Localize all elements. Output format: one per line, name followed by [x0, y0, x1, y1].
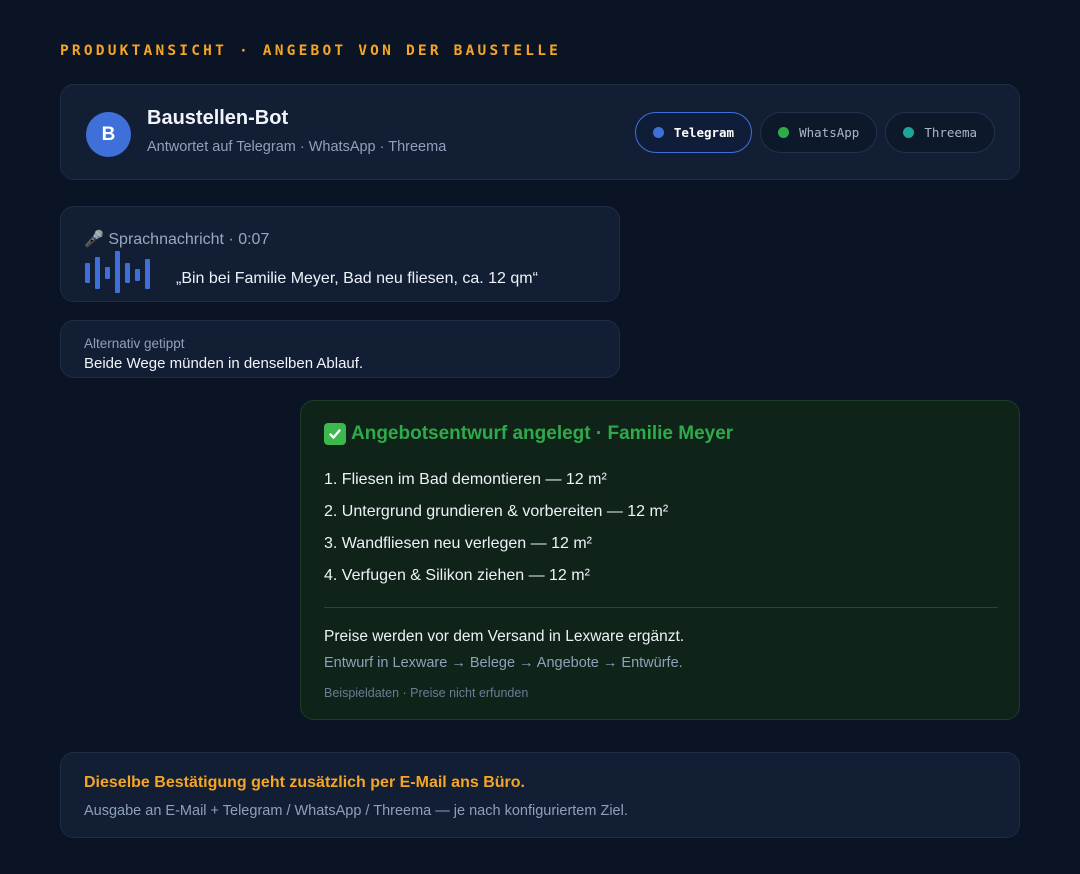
channel-chip-telegram[interactable]: Telegram: [634, 112, 753, 153]
channel-chip-whatsapp[interactable]: WhatsApp: [760, 112, 878, 153]
price-note: Preise werden vor dem Versand in Lexware…: [324, 628, 685, 645]
typed-message-bubble: Alternativ getippt Beide Wege münden in …: [60, 320, 620, 378]
offer-draft-bubble: Angebotsentwurf angelegt · Familie Meyer…: [300, 400, 1020, 720]
offer-items-list: 1. Fliesen im Bad demontieren — 12 m² 2.…: [324, 469, 668, 597]
divider: [324, 607, 998, 608]
sample-data-note: Beispieldaten · Preise nicht erfunden: [324, 686, 529, 700]
voice-transcript: „Bin bei Familie Meyer, Bad neu fliesen,…: [176, 270, 538, 287]
channel-chip-threema[interactable]: Threema: [885, 112, 995, 153]
list-item: 3. Wandfliesen neu verlegen — 12 m²: [324, 535, 592, 552]
audio-waveform-icon[interactable]: [85, 251, 155, 295]
email-confirmation-card: Dieselbe Bestätigung geht zusätzlich per…: [60, 752, 1020, 838]
footer-title: Dieselbe Bestätigung geht zusätzlich per…: [84, 774, 525, 791]
voice-message-bubble[interactable]: 🎤 Sprachnachricht · 0:07 „Bin bei Famili…: [60, 206, 620, 302]
whatsapp-dot-icon: [778, 127, 790, 138]
typed-label: Alternativ getippt: [84, 336, 185, 351]
page-eyebrow: PRODUKTANSICHT · ANGEBOT VON DER BAUSTEL…: [60, 43, 562, 59]
list-item: 4. Verfugen & Silikon ziehen — 12 m²: [324, 567, 590, 584]
list-item: 2. Untergrund grundieren & vorbereiten —…: [324, 503, 669, 520]
bot-subtitle: Antwortet auf Telegram · WhatsApp · Thre…: [147, 139, 447, 155]
avatar: B: [86, 112, 131, 157]
threema-dot-icon: [903, 127, 915, 138]
voice-message-title: 🎤 Sprachnachricht · 0:07: [84, 231, 270, 248]
list-item: 1. Fliesen im Bad demontieren — 12 m²: [324, 471, 607, 488]
channel-chip-label: WhatsApp: [799, 125, 860, 140]
offer-title-row: Angebotsentwurf angelegt · Familie Meyer: [324, 423, 733, 445]
check-icon: [324, 423, 346, 445]
footer-subtitle: Ausgabe an E-Mail + Telegram / WhatsApp …: [84, 803, 628, 819]
channel-chips: Telegram WhatsApp Threema: [634, 112, 995, 153]
telegram-dot-icon: [652, 127, 664, 138]
bot-name: Baustellen-Bot: [147, 107, 289, 129]
channel-chip-label: Threema: [924, 125, 977, 140]
bot-header-card: B Baustellen-Bot Antwortet auf Telegram …: [60, 84, 1020, 180]
lexware-path-note: Entwurf in Lexware → Belege → Angebote →…: [324, 655, 683, 671]
typed-text: Beide Wege münden in denselben Ablauf.: [84, 355, 364, 372]
channel-chip-label: Telegram: [673, 125, 735, 140]
offer-title: Angebotsentwurf angelegt · Familie Meyer: [351, 423, 734, 444]
